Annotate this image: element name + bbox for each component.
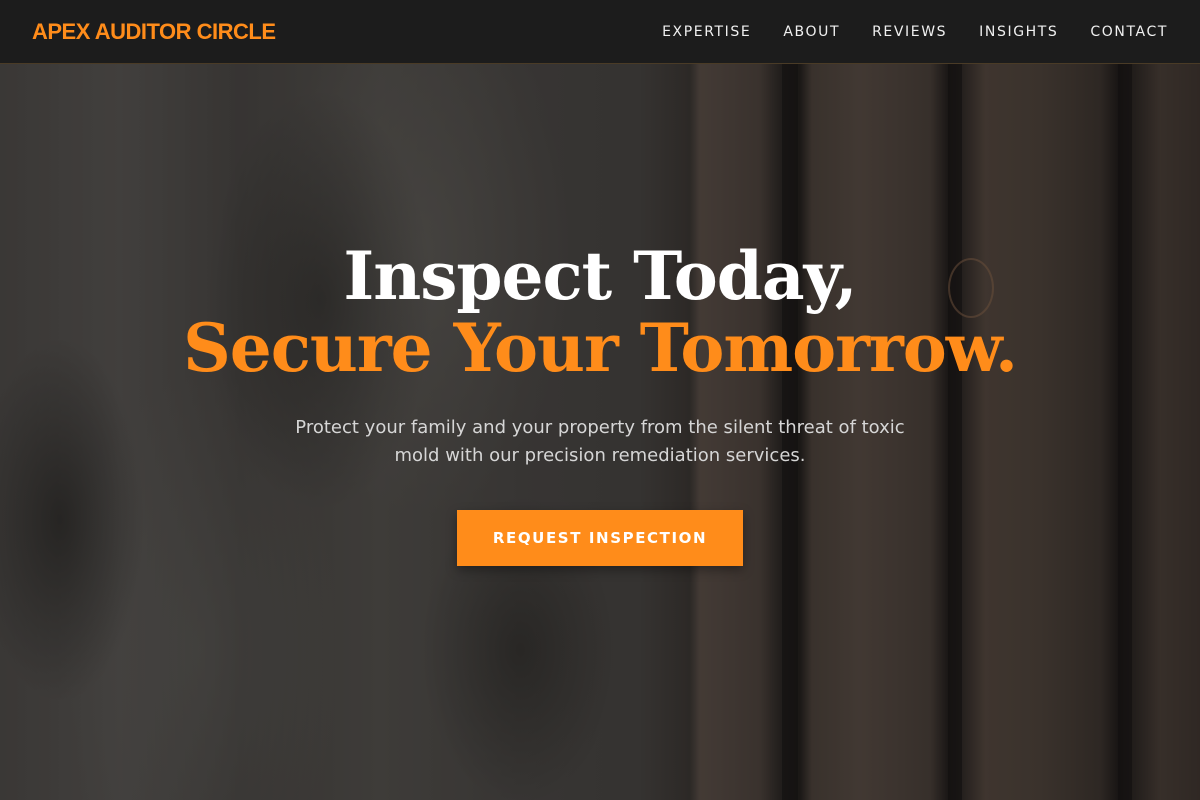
nav-link-insights[interactable]: INSIGHTS	[979, 24, 1058, 40]
hero-subtitle: Protect your family and your property fr…	[295, 417, 905, 466]
nav-link-contact[interactable]: CONTACT	[1090, 24, 1168, 40]
hero-section: Inspect Today, Secure Your Tomorrow. Pro…	[0, 240, 1200, 566]
nav-link-expertise[interactable]: EXPERTISE	[662, 24, 751, 40]
request-inspection-button[interactable]: REQUEST INSPECTION	[457, 510, 743, 566]
nav-link-reviews[interactable]: REVIEWS	[872, 24, 947, 40]
headline-line-2: Secure Your Tomorrow.	[183, 309, 1018, 387]
top-navbar: APEX AUDITOR CIRCLE EXPERTISE ABOUT REVI…	[0, 0, 1200, 64]
brand-logo[interactable]: APEX AUDITOR CIRCLE	[32, 19, 276, 45]
hero-headline: Inspect Today, Secure Your Tomorrow.	[0, 240, 1200, 384]
nav-menu: EXPERTISE ABOUT REVIEWS INSIGHTS CONTACT	[662, 24, 1168, 40]
headline-line-1: Inspect Today,	[343, 237, 857, 315]
nav-link-about[interactable]: ABOUT	[783, 24, 840, 40]
